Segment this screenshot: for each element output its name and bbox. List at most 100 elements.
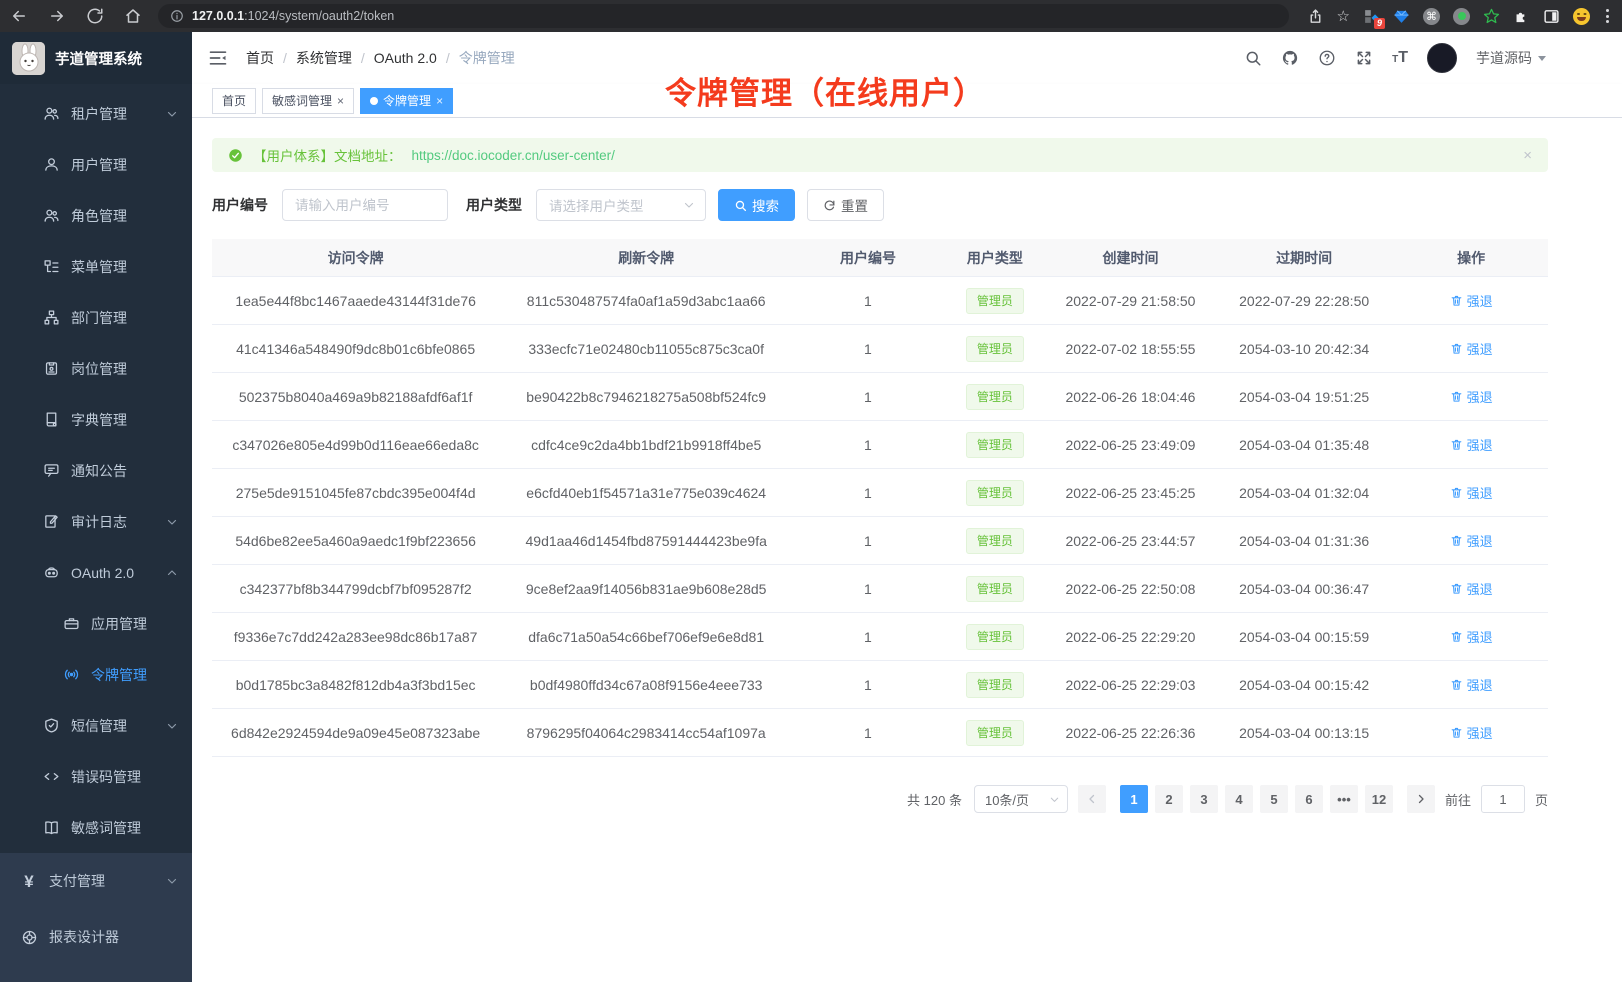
browser-menu-icon[interactable] (1603, 9, 1612, 23)
sidebar-item-label: 短信管理 (71, 716, 127, 736)
sidebar-item-oauth[interactable]: OAuth 2.0 (0, 547, 192, 598)
force-logout-button[interactable]: 强退 (1450, 531, 1493, 550)
doc-link[interactable]: https://doc.iocoder.cn/user-center/ (412, 148, 615, 163)
share-icon[interactable] (1307, 8, 1324, 25)
sidebar-item-dict[interactable]: 字典管理 (0, 394, 192, 445)
sidebar-item-audit[interactable]: 审计日志 (0, 496, 192, 547)
sidebar-item-post[interactable]: 岗位管理 (0, 343, 192, 394)
force-logout-button[interactable]: 强退 (1450, 291, 1493, 310)
chevron-down-icon (1538, 56, 1546, 61)
close-icon[interactable]: × (436, 95, 443, 107)
page-button-2[interactable]: 2 (1155, 785, 1183, 813)
user-id-input[interactable] (282, 189, 448, 221)
col-access-token: 访问令牌 (212, 248, 499, 268)
broadcast-icon (62, 666, 80, 683)
forward-icon[interactable] (48, 7, 66, 25)
search-button[interactable]: 搜索 (718, 189, 795, 221)
fullscreen-icon[interactable] (1355, 49, 1373, 67)
user-type-select[interactable]: 请选择用户类型 (536, 189, 706, 221)
page-size-select[interactable]: 10条/页 (974, 785, 1068, 813)
force-logout-button[interactable]: 强退 (1450, 723, 1493, 742)
address-bar[interactable]: 127.0.0.1:1024/system/oauth2/token (158, 4, 1289, 28)
user-type-cell: 管理员 (943, 432, 1047, 458)
action-cell: 强退 (1394, 531, 1548, 550)
force-logout-button[interactable]: 强退 (1450, 483, 1493, 502)
breadcrumb-current: 令牌管理 (459, 48, 515, 68)
table-row: 275e5de9151045fe87cbdc395e004f4de6cfd40e… (212, 469, 1548, 517)
close-icon[interactable]: × (337, 95, 344, 107)
gem-extension-icon[interactable] (1393, 8, 1410, 25)
hamburger-icon[interactable] (208, 48, 228, 68)
avatar[interactable] (1427, 43, 1457, 73)
user-id-cell: 1 (793, 677, 943, 693)
force-logout-button[interactable]: 强退 (1450, 627, 1493, 646)
home-icon[interactable] (124, 7, 142, 25)
force-logout-button[interactable]: 强退 (1450, 435, 1493, 454)
force-logout-button[interactable]: 强退 (1450, 339, 1493, 358)
sidebar-item-notice[interactable]: 通知公告 (0, 445, 192, 496)
more-pages-button[interactable]: ••• (1330, 785, 1358, 813)
sidebar-item-sensitive[interactable]: 敏感词管理 (0, 802, 192, 853)
page-button-1[interactable]: 1 (1120, 785, 1148, 813)
font-size-icon[interactable]: TT (1392, 50, 1408, 66)
chevron-down-icon (166, 516, 178, 528)
reload-icon[interactable] (86, 7, 104, 25)
sidebar-item-oauth-token[interactable]: 令牌管理 (0, 649, 192, 700)
sidebar-item-menu[interactable]: 菜单管理 (0, 241, 192, 292)
command-extension-icon[interactable]: ⌘ (1423, 8, 1440, 25)
breadcrumb-oauth[interactable]: OAuth 2.0 (374, 50, 437, 66)
next-page-button[interactable] (1407, 785, 1435, 813)
breadcrumb-system[interactable]: 系统管理 (296, 48, 352, 68)
puzzle-extension-icon[interactable] (1513, 8, 1530, 25)
green-star-extension-icon[interactable] (1483, 8, 1500, 25)
page-button-5[interactable]: 5 (1260, 785, 1288, 813)
sidebar-item-sms[interactable]: 短信管理 (0, 700, 192, 751)
sidebar-toggle-icon[interactable] (1543, 8, 1560, 25)
reset-button[interactable]: 重置 (807, 189, 884, 221)
url-host: 127.0.0.1 (192, 9, 244, 23)
extension-grid-icon[interactable]: 9 (1363, 8, 1380, 25)
page-button-4[interactable]: 4 (1225, 785, 1253, 813)
page-button-12[interactable]: 12 (1365, 785, 1393, 813)
prev-page-button[interactable] (1078, 785, 1106, 813)
github-icon[interactable] (1281, 49, 1299, 67)
chevron-down-icon (166, 720, 178, 732)
table-row: 41c41346a548490f9dc8b01c6bfe0865333ecfc7… (212, 325, 1548, 373)
tab-home[interactable]: 首页 (212, 88, 256, 114)
record-extension-icon[interactable] (1453, 8, 1470, 25)
sidebar-item-pay[interactable]: ¥支付管理 (0, 853, 192, 909)
tab-sensitive-words[interactable]: 敏感词管理 × (262, 88, 354, 114)
force-logout-button[interactable]: 强退 (1450, 579, 1493, 598)
sidebar-item-role[interactable]: 角色管理 (0, 190, 192, 241)
bookmark-star-icon[interactable]: ☆ (1337, 8, 1350, 25)
refresh-token-cell: cdfc4ce9c2da4bb1bdf21b9918ff4be5 (499, 437, 793, 453)
user-type-cell: 管理员 (943, 624, 1047, 650)
user-type-cell: 管理员 (943, 576, 1047, 602)
page-button-6[interactable]: 6 (1295, 785, 1323, 813)
site-info-icon[interactable] (170, 9, 184, 23)
force-logout-button[interactable]: 强退 (1450, 387, 1493, 406)
sidebar-item-tenant[interactable]: 租户管理 (0, 88, 192, 139)
book-icon (42, 411, 60, 428)
sidebar-item-dept[interactable]: 部门管理 (0, 292, 192, 343)
user-menu[interactable]: 芋道源码 (1476, 48, 1546, 68)
refresh-token-cell: be90422b8c7946218275a508bf524fc9 (499, 389, 793, 405)
help-icon[interactable] (1318, 49, 1336, 67)
user-id-cell: 1 (793, 485, 943, 501)
sidebar-item-oauth-app[interactable]: 应用管理 (0, 598, 192, 649)
sidebar-item-errcode[interactable]: 错误码管理 (0, 751, 192, 802)
force-logout-button[interactable]: 强退 (1450, 675, 1493, 694)
page-button-3[interactable]: 3 (1190, 785, 1218, 813)
emoji-extension-icon[interactable] (1573, 8, 1590, 25)
action-cell: 强退 (1394, 339, 1548, 358)
tab-token-management[interactable]: 令牌管理 × (360, 88, 453, 114)
sidebar-item-user[interactable]: 用户管理 (0, 139, 192, 190)
breadcrumb-home[interactable]: 首页 (246, 48, 274, 68)
created-time-cell: 2022-06-25 22:29:03 (1047, 677, 1214, 693)
sidebar-item-report[interactable]: 报表设计器 (0, 909, 192, 965)
alert-close-icon[interactable]: × (1523, 147, 1532, 164)
logo-row[interactable]: 芋道管理系统 (0, 32, 192, 84)
back-icon[interactable] (10, 7, 28, 25)
search-icon[interactable] (1244, 49, 1262, 67)
goto-page-input[interactable] (1481, 785, 1525, 813)
